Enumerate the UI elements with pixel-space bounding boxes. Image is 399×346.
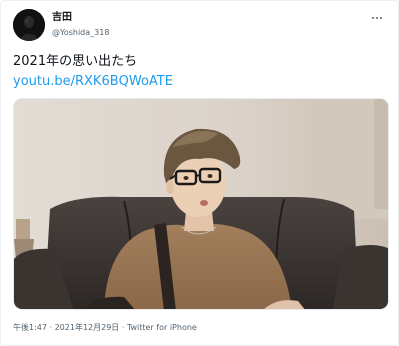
- tweet-text: 2021年の思い出たち: [13, 54, 138, 69]
- author-block[interactable]: 吉田 @Yoshida_318: [52, 12, 109, 38]
- more-button[interactable]: [370, 11, 384, 25]
- media-photo: [14, 99, 388, 309]
- tweet-link[interactable]: youtu.be/RXK6BQWoATE: [13, 74, 173, 90]
- author-handle[interactable]: @Yoshida_318: [52, 27, 109, 38]
- tweet-media-image[interactable]: [13, 98, 389, 310]
- more-icon: [371, 16, 383, 20]
- author-display-name[interactable]: 吉田: [52, 12, 109, 24]
- tweet-card: 吉田 @Yoshida_318 2021年の思い出たち youtu.be/RXK…: [0, 0, 399, 346]
- tweet-meta: 午後1:47 · 2021年12月29日 · Twitter for iPhon…: [13, 323, 197, 332]
- avatar-image: [13, 9, 45, 41]
- avatar[interactable]: [13, 9, 45, 41]
